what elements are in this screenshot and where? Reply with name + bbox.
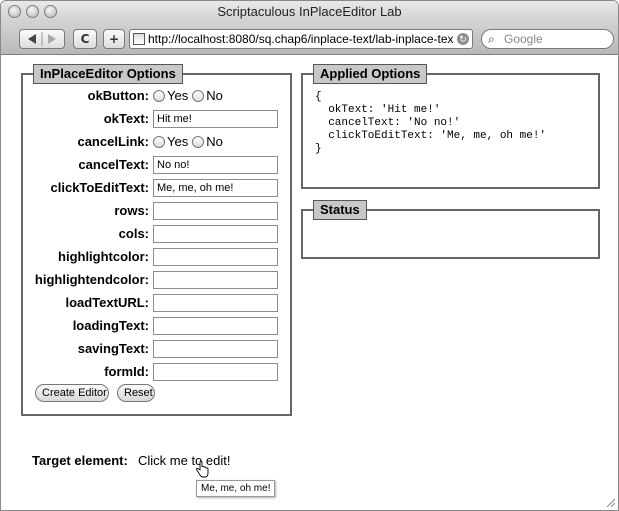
option-label: highlightendcolor: [34, 272, 149, 287]
option-label: formId: [104, 364, 149, 379]
option-input[interactable] [153, 202, 278, 220]
options-legend: InPlaceEditor Options [33, 64, 183, 84]
address-bar[interactable]: http://localhost:8080/sq.chap6/inplace-t… [129, 29, 473, 49]
options-fieldset: InPlaceEditor Options okButton: Yes No okTe… [21, 64, 292, 416]
applied-options-fieldset: Applied Options { okText: 'Hit me!' canc… [301, 64, 600, 189]
option-row: cancelLink: Yes No [23, 132, 290, 152]
option-input[interactable] [153, 363, 278, 381]
option-label: rows: [114, 203, 149, 218]
page-icon [133, 33, 145, 45]
option-label: highlightcolor: [58, 249, 149, 264]
applied-options-code: { okText: 'Hit me!' cancelText: 'No no!'… [315, 91, 547, 155]
search-placeholder: Google [504, 32, 543, 46]
option-input[interactable] [153, 294, 278, 312]
option-label: savingText: [77, 341, 149, 356]
reset-button[interactable]: Reset [117, 384, 155, 402]
option-row: cancelText: No no! [23, 155, 290, 175]
back-forward-buttons[interactable] [19, 29, 65, 49]
option-label: clickToEditText: [50, 180, 149, 195]
option-row: clickToEditText: Me, me, oh me! [23, 178, 290, 198]
hand-cursor-icon [196, 461, 209, 478]
option-row: rows: [23, 201, 290, 221]
option-row: loadTextURL: [23, 293, 290, 313]
radio-label[interactable]: No [206, 88, 223, 103]
radio-button[interactable] [153, 90, 165, 102]
radio-button[interactable] [192, 90, 205, 102]
option-input[interactable] [153, 317, 278, 335]
option-row: cols: [23, 224, 290, 244]
radio-group: Yes No [153, 132, 227, 152]
option-input[interactable] [153, 225, 278, 243]
add-bookmark-button[interactable]: + [103, 29, 125, 49]
option-row: okButton: Yes No [23, 86, 290, 106]
option-input[interactable]: No no! [153, 156, 278, 174]
title-bar: Scriptaculous InPlaceEditor Lab [1, 1, 618, 23]
radio-button[interactable] [192, 136, 205, 148]
option-label: okText: [103, 111, 149, 126]
option-label: cols: [118, 226, 149, 241]
option-input[interactable] [153, 248, 278, 266]
option-label: loadingText: [72, 318, 149, 333]
option-label: okButton: [87, 88, 149, 103]
back-arrow-icon[interactable] [20, 30, 64, 48]
window-title: Scriptaculous InPlaceEditor Lab [217, 4, 402, 19]
option-row: savingText: [23, 339, 290, 359]
reload-icon[interactable]: ↻ [457, 33, 469, 45]
minimize-window-icon[interactable] [26, 5, 39, 18]
option-row: loadingText: [23, 316, 290, 336]
option-input[interactable]: Hit me! [153, 110, 278, 128]
browser-toolbar: C + http://localhost:8080/sq.chap6/inpla… [1, 23, 618, 55]
option-label: cancelLink: [77, 134, 149, 149]
target-element-label: Target element: [32, 453, 128, 468]
option-label: cancelText: [78, 157, 149, 172]
option-row: formId: [23, 362, 290, 382]
create-editor-button[interactable]: Create Editor [35, 384, 109, 402]
search-field[interactable]: ⌕ Google [481, 29, 614, 49]
option-row: highlightendcolor: [23, 270, 290, 290]
option-input[interactable]: Me, me, oh me! [153, 179, 278, 197]
status-fieldset: Status [301, 200, 600, 259]
reload-button[interactable]: C [73, 29, 97, 49]
applied-options-legend: Applied Options [313, 64, 428, 84]
page-content: InPlaceEditor Options okButton: Yes No okTe… [1, 56, 618, 510]
option-input[interactable] [153, 340, 278, 358]
radio-label[interactable]: No [206, 134, 223, 149]
close-window-icon[interactable] [8, 5, 21, 18]
browser-window: Scriptaculous InPlaceEditor Lab C + http… [0, 0, 619, 511]
radio-button[interactable] [153, 136, 165, 148]
tooltip: Me, me, oh me! [196, 480, 276, 497]
option-row: okText: Hit me! [23, 109, 290, 129]
radio-label[interactable]: Yes [167, 88, 188, 103]
zoom-window-icon[interactable] [44, 5, 57, 18]
status-legend: Status [313, 200, 367, 220]
radio-group: Yes No [153, 86, 227, 106]
option-label: loadTextURL: [65, 295, 149, 310]
radio-label[interactable]: Yes [167, 134, 188, 149]
url-text: http://localhost:8080/sq.chap6/inplace-t… [148, 32, 454, 46]
option-row: highlightcolor: [23, 247, 290, 267]
option-input[interactable] [153, 271, 278, 289]
target-element[interactable]: Click me to edit! [138, 453, 230, 468]
resize-grip-icon[interactable] [605, 497, 615, 507]
search-icon: ⌕ [488, 32, 495, 46]
